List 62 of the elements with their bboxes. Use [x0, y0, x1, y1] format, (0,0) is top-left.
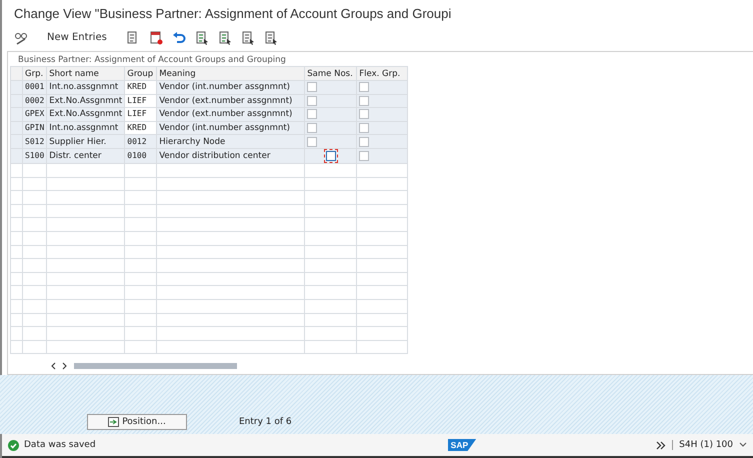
table-cell: 0002 [25, 96, 44, 105]
table-cell: Int.no.assgnmnt [49, 82, 118, 92]
checkbox[interactable] [307, 82, 318, 92]
table-cell: Vendor (ext.number assgnmnt) [159, 96, 292, 106]
table-cell: S012 [25, 136, 44, 146]
table-cell: S100 [25, 150, 44, 160]
table-cell: 0001 [25, 82, 44, 92]
checkbox[interactable] [359, 96, 370, 106]
table-cell: Hierarchy Node [159, 136, 226, 147]
scroll-right-icon[interactable] [62, 362, 68, 370]
entry-info: Entry 1 of 6 [239, 417, 292, 429]
glasses-pencil-icon[interactable] [14, 30, 28, 44]
table-cell: Vendor (int.number assgnmnt) [159, 123, 290, 134]
group-field[interactable]: LIEF [124, 108, 157, 122]
expand-icon[interactable] [656, 440, 666, 450]
checkbox[interactable] [307, 96, 318, 106]
window-title: Change View "Business Partner: Assignment of Account Groups and Groupi [13, 5, 452, 22]
checkbox[interactable] [359, 109, 370, 120]
row-selector[interactable] [10, 80, 22, 94]
row-selector[interactable] [10, 148, 22, 164]
new-entries-button[interactable]: New Entries [37, 32, 117, 43]
select-all-icon[interactable] [194, 30, 209, 44]
row-selector[interactable] [10, 134, 22, 148]
table-cell: Ext.No.Assgnmnt [49, 109, 122, 120]
table-cell: Distr. center [49, 150, 102, 161]
undo-icon[interactable] [172, 30, 186, 44]
table-cell: GPIN [25, 123, 44, 132]
table-title: Business Partner: Assignment of Account Groups and Grouping [17, 54, 287, 66]
checkbox[interactable] [359, 150, 370, 161]
checkbox[interactable] [307, 123, 318, 134]
row-selector[interactable] [10, 108, 22, 122]
group-field[interactable]: 0100 [124, 148, 157, 164]
row-selector[interactable] [10, 121, 22, 135]
group-field[interactable]: 0012 [124, 134, 157, 148]
checkbox[interactable] [307, 109, 318, 120]
checkbox[interactable] [359, 123, 370, 134]
logo: SAP [448, 439, 476, 451]
table-cell: Int.no.assgnmnt [49, 123, 118, 134]
dropdown-icon[interactable] [739, 442, 747, 448]
select-block-icon[interactable] [218, 30, 232, 44]
group-field[interactable]: KRED [124, 80, 157, 94]
row-selector[interactable] [10, 94, 22, 108]
checkbox[interactable] [307, 136, 318, 147]
system-info: S4H (1) 100 [672, 440, 733, 450]
position-button[interactable]: Position... [87, 414, 187, 430]
table-cell: Vendor (int.number assgnmnt) [159, 82, 290, 92]
delete-icon[interactable] [148, 30, 163, 44]
position-icon [108, 417, 120, 427]
column-header[interactable]: Meaning [159, 68, 196, 78]
status-message: Data was saved [24, 440, 96, 450]
group-field[interactable]: LIEF [124, 94, 157, 108]
success-icon [8, 440, 19, 450]
table-cell: Supplier Hier. [49, 136, 106, 147]
group-field[interactable]: KRED [124, 121, 157, 135]
table-cell: Vendor (ext.number assgnmnt) [159, 109, 292, 120]
table-cell: GPEX [25, 109, 44, 118]
table-cell: Ext.No.Assgnmnt [49, 96, 122, 106]
scrollbar-thumb[interactable] [74, 363, 237, 370]
table-cell: Vendor distribution center [159, 150, 270, 161]
scroll-left-icon[interactable] [50, 362, 56, 370]
checkbox[interactable] [359, 82, 370, 92]
checkbox[interactable] [359, 136, 370, 147]
